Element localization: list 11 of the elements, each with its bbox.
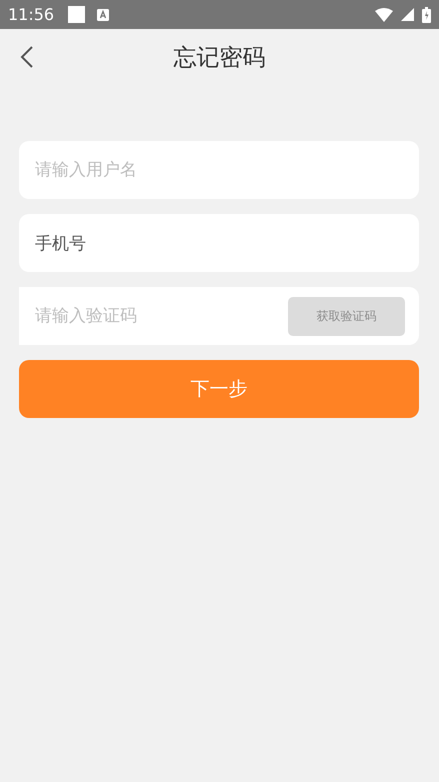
page-title: 忘记密码 xyxy=(174,44,266,72)
status-time: 11:56 xyxy=(8,5,54,24)
signal-icon xyxy=(401,8,414,21)
keyboard-icon xyxy=(97,8,110,20)
wifi-icon xyxy=(375,8,393,22)
back-icon xyxy=(20,45,34,69)
next-button[interactable]: 下一步 xyxy=(19,360,419,418)
input-field[interactable]: 手机号 xyxy=(19,214,419,272)
notification-icon xyxy=(68,6,86,23)
battery-icon xyxy=(422,6,431,22)
input-field[interactable]: 请输入用户名 xyxy=(19,141,419,199)
